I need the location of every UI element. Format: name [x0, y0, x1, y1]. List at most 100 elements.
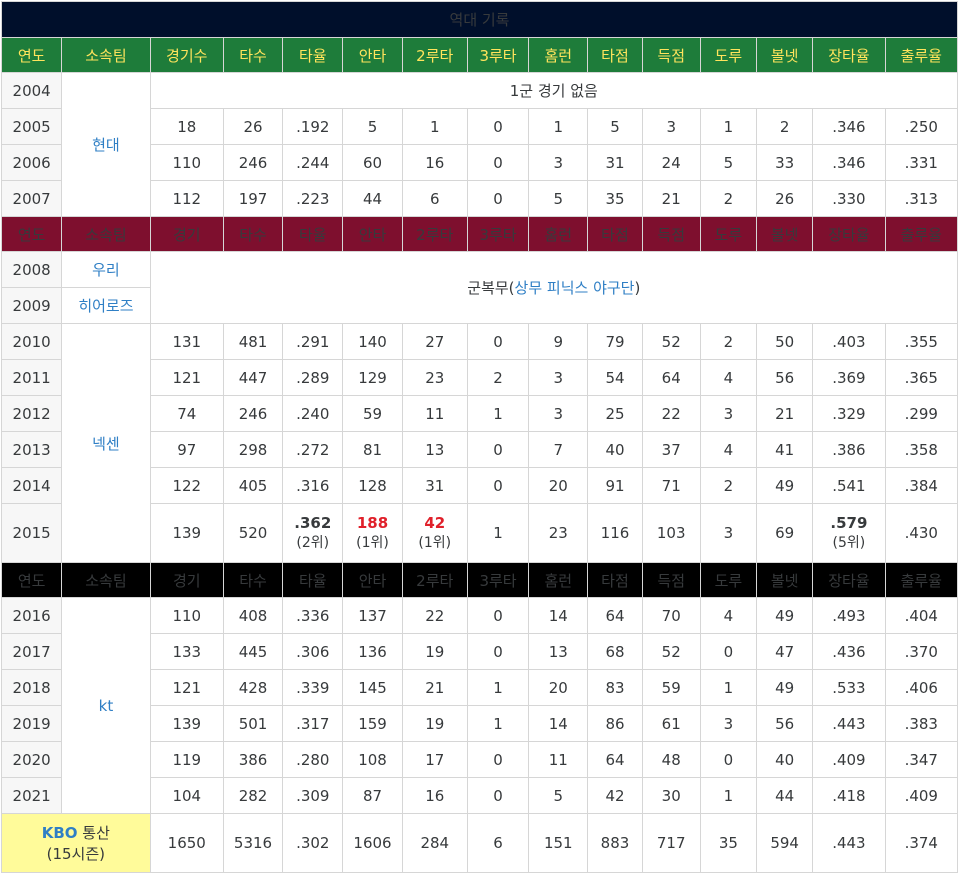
stolen-bases-cell: 0 — [699, 633, 758, 670]
rbi-cell: 91 — [587, 467, 643, 504]
header-runs: 득점 — [641, 562, 701, 598]
sangmu-link[interactable]: 상무 피닉스 야구단 — [515, 279, 635, 297]
hits-rank: (1위) — [356, 535, 389, 551]
header-games: 경기 — [149, 562, 224, 598]
at-bats-cell: 298 — [222, 431, 284, 468]
at-bats-cell: 26 — [222, 108, 284, 145]
triples-cell: 1 — [466, 395, 530, 432]
avg-cell: .309 — [282, 777, 344, 814]
header-slg: 장타율 — [812, 562, 886, 598]
obp-cell: .409 — [884, 777, 959, 814]
team-link-kt[interactable]: kt — [61, 597, 151, 814]
header-team: 소속팀 — [61, 562, 151, 598]
total-doubles-cell: 284 — [401, 813, 468, 873]
triples-cell: 2 — [466, 359, 530, 396]
total-walks-cell: 594 — [756, 813, 814, 873]
triples-cell: 0 — [466, 144, 530, 181]
team-link-woori[interactable]: 우리 — [61, 251, 151, 288]
obp-cell: .383 — [884, 705, 959, 742]
slg-cell: .493 — [812, 597, 886, 634]
slg-cell: .533 — [812, 669, 886, 706]
avg-rank: (2위) — [296, 535, 330, 551]
header-runs: 득점 — [641, 216, 701, 252]
stolen-bases-cell: 2 — [699, 180, 758, 217]
runs-cell: 52 — [641, 633, 701, 670]
walks-cell: 56 — [756, 359, 814, 396]
at-bats-cell: 481 — [222, 323, 284, 360]
total-row: KBO 통산 (15시즌) 1650 5316.302 1606 284 6 151 883… — [1, 813, 959, 873]
runs-cell: 64 — [641, 359, 701, 396]
avg-cell: .291 — [282, 323, 344, 360]
team-link-heroes[interactable]: 히어로즈 — [61, 287, 151, 324]
kbo-link[interactable]: KBO — [42, 824, 78, 842]
games-cell: 104 — [149, 777, 224, 814]
home-runs-cell: 5 — [528, 180, 589, 217]
runs-cell: 52 — [641, 323, 701, 360]
total-at-bats-cell: 5316 — [222, 813, 284, 873]
header-stolen-bases: 도루 — [699, 562, 758, 598]
obp-cell: .404 — [884, 597, 959, 634]
header-stolen-bases: 도루 — [699, 37, 758, 73]
rbi-cell: 83 — [587, 669, 643, 706]
slg-cell: .386 — [812, 431, 886, 468]
header-doubles: 2루타 — [401, 216, 468, 252]
team-link-nexen[interactable]: 넥센 — [61, 323, 151, 563]
stolen-bases-cell: 3 — [699, 503, 758, 563]
games-cell: 74 — [149, 395, 224, 432]
rbi-cell: 64 — [587, 741, 643, 778]
doubles-cell: 11 — [401, 395, 468, 432]
home-runs-cell: 5 — [528, 777, 589, 814]
games-cell: 119 — [149, 741, 224, 778]
header-year: 연도 — [0, 562, 63, 598]
home-runs-cell: 23 — [528, 503, 589, 563]
games-cell: 121 — [149, 669, 224, 706]
runs-cell: 3 — [641, 108, 701, 145]
header-games: 경기수 — [149, 37, 224, 73]
year-cell: 2011 — [0, 359, 63, 396]
header-triples: 3루타 — [466, 216, 530, 252]
table-row: 2016 kt 110 408.336 137 22 0 14 64 70 4 49.493.404 — [0, 597, 959, 814]
walks-cell: 49 — [756, 597, 814, 634]
triples-cell: 0 — [466, 180, 530, 217]
slg-cell: .579 (5위) — [812, 503, 886, 563]
avg-cell: .306 — [282, 633, 344, 670]
games-cell: 97 — [149, 431, 224, 468]
header-at-bats: 타수 — [222, 216, 284, 252]
at-bats-cell: 520 — [222, 503, 284, 563]
hits-cell: 188 (1위) — [342, 503, 403, 563]
walks-cell: 49 — [756, 669, 814, 706]
table-row: 2004 현대 1군 경기 없음 — [0, 72, 959, 217]
home-runs-cell: 1 — [528, 108, 589, 145]
home-runs-cell: 9 — [528, 323, 589, 360]
header-slg: 장타율 — [812, 216, 886, 252]
year-cell: 2018 — [0, 669, 63, 706]
runs-cell: 37 — [641, 431, 701, 468]
hits-cell: 129 — [342, 359, 403, 396]
avg-cell: .192 — [282, 108, 344, 145]
year-cell: 2017 — [0, 633, 63, 670]
avg-cell: .362 (2위) — [282, 503, 344, 563]
hits-cell: 137 — [342, 597, 403, 634]
stolen-bases-cell: 3 — [699, 705, 758, 742]
triples-cell: 0 — [466, 108, 530, 145]
header-hits: 안타 — [342, 216, 403, 252]
stolen-bases-cell: 2 — [699, 467, 758, 504]
header-rbi: 타점 — [587, 37, 643, 73]
rbi-cell: 31 — [587, 144, 643, 181]
rbi-cell: 68 — [587, 633, 643, 670]
slg-cell: .443 — [812, 705, 886, 742]
year-cell: 2005 — [0, 108, 63, 145]
stolen-bases-cell: 4 — [699, 359, 758, 396]
runs-cell: 103 — [641, 503, 701, 563]
team-link-hyundai[interactable]: 현대 — [61, 72, 151, 217]
header-stolen-bases: 도루 — [699, 216, 758, 252]
hits-cell: 87 — [342, 777, 403, 814]
avg-cell: .336 — [282, 597, 344, 634]
triples-cell: 0 — [466, 467, 530, 504]
header-doubles: 2루타 — [401, 37, 468, 73]
year-cell: 2013 — [0, 431, 63, 468]
at-bats-cell: 246 — [222, 144, 284, 181]
year-cell: 2014 — [0, 467, 63, 504]
doubles-cell: 13 — [401, 431, 468, 468]
walks-cell: 33 — [756, 144, 814, 181]
